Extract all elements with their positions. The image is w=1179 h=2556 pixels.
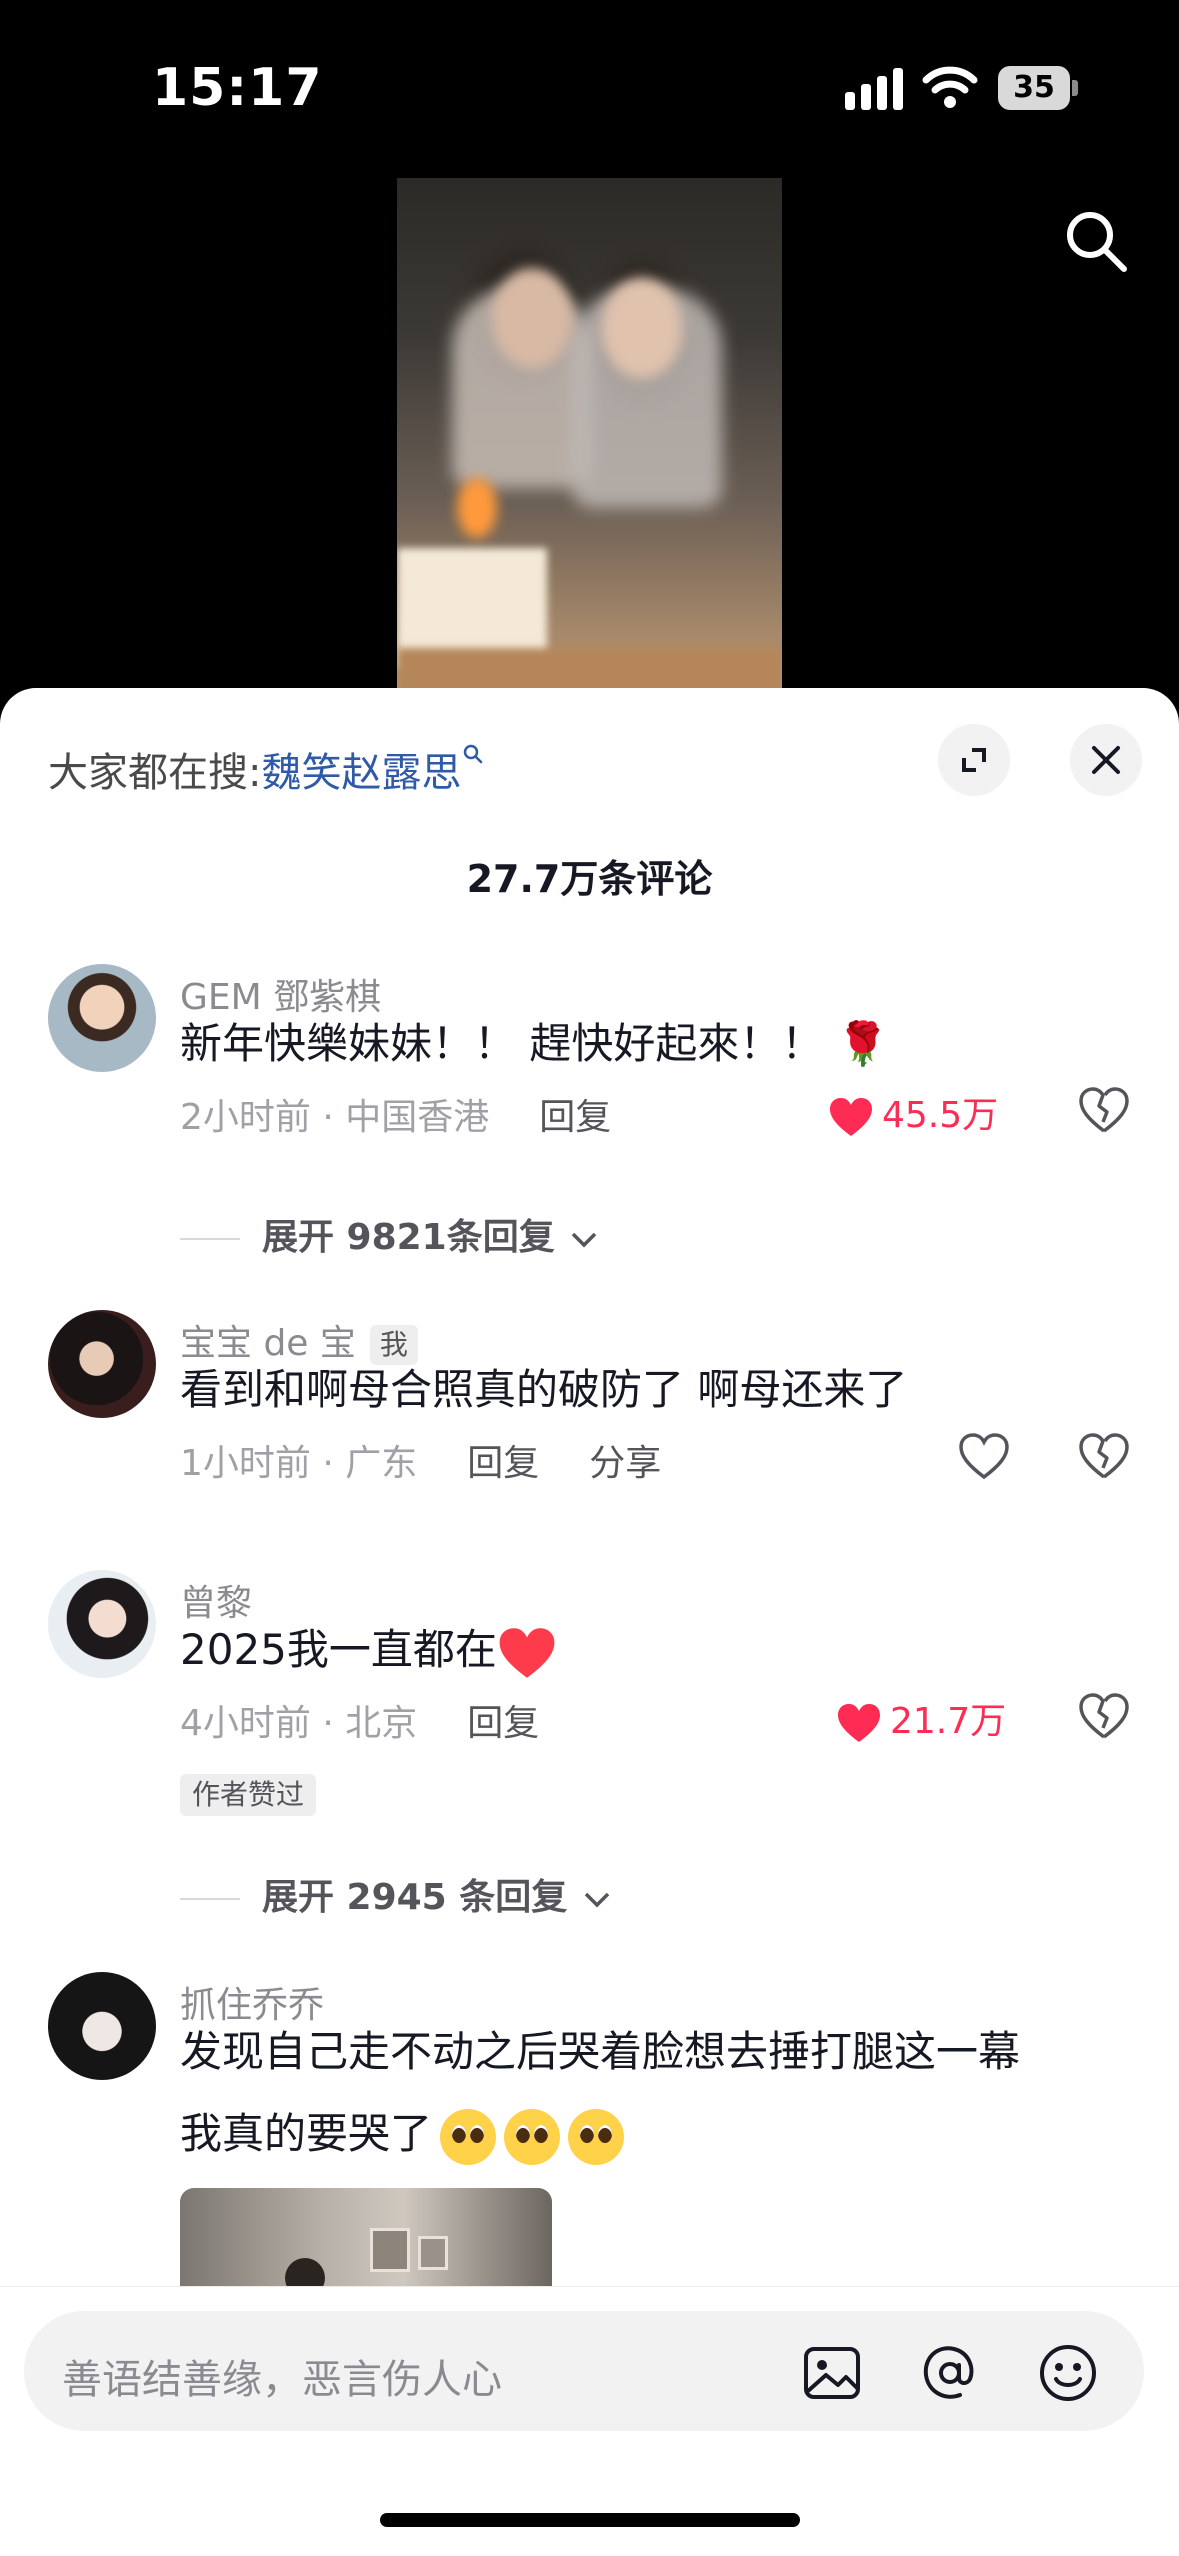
avatar[interactable] [48,1570,156,1678]
home-indicator[interactable] [380,2513,800,2527]
reply-button[interactable]: 回复 [467,1703,539,1744]
like-button[interactable]: 45.5万 [828,1086,998,1138]
at-icon[interactable] [918,2341,982,2405]
like-count: 21.7万 [890,1701,1007,1742]
comment-text[interactable]: 新年快樂妹妹！！ 趕快好起來！！ 🌹 [180,1004,889,1084]
reply-button[interactable]: 回复 [539,1097,611,1138]
image-icon[interactable] [800,2341,864,2405]
comment-sheet: 大家都在搜:魏笑赵露思 27.7万条评论 GEM 鄧紫棋 新年快樂妹妹！！ 趕快… [0,688,1179,2556]
status-bar: 15:17 35 [0,0,1179,170]
comment-time-location: 1小时前 · 广东 [180,1443,418,1484]
hot-search-prefix: 大家都在搜: [48,750,262,796]
emoji-icon[interactable] [1036,2341,1100,2405]
heart-icon [838,1704,880,1742]
comment-text-content: 我真的要哭了 [180,2109,433,2158]
comment-input-placeholder: 善语结善缘，恶言伤人心 [62,2357,502,2403]
expand-replies-label: 展开 2945 条回复 [262,1877,568,1918]
comment-text[interactable]: 看到和啊母合照真的破防了 啊母还来了 [180,1350,907,1430]
comment-text-content: 2025我一直都在 [180,1625,497,1674]
reply-button[interactable]: 回复 [467,1443,539,1484]
expand-icon [962,748,986,772]
search-icon[interactable] [1060,205,1132,277]
status-time: 15:17 [152,58,323,118]
like-button[interactable]: 21.7万 [836,1692,1006,1744]
comment-meta: 4小时前 · 北京 回复 [180,1694,539,1746]
expand-replies-button[interactable]: 展开 9821条回复 [180,1208,601,1260]
close-button[interactable] [1070,724,1142,796]
signal-icon [845,68,903,110]
comment-text-line-2[interactable]: 我真的要哭了 [180,2094,625,2174]
comment-count: 27.7万条评论 [466,857,713,901]
share-button[interactable]: 分享 [589,1443,661,1484]
expand-replies-button[interactable]: 展开 2945 条回复 [180,1868,614,1920]
comment-meta: 2小时前 · 中国香港 回复 [180,1088,611,1140]
author-liked-badge: 作者赞过 [180,1774,317,1816]
broken-heart-icon[interactable] [1078,1692,1130,1740]
wifi-icon [922,66,978,108]
expand-button[interactable] [938,724,1010,796]
comment-text[interactable]: 2025我一直都在 [180,1610,557,1690]
avatar[interactable] [48,1310,156,1418]
comment-time-location: 2小时前 · 中国香港 [180,1097,490,1138]
comment-input[interactable]: 善语结善缘，恶言伤人心 [24,2311,1144,2431]
comment-text-line-1[interactable]: 发现自己走不动之后哭着脸想去捶打腿这一幕 [180,2012,1020,2092]
battery-level: 35 [998,66,1070,110]
heart-emoji-icon [499,1627,555,1678]
divider-line [180,1238,240,1240]
hot-search[interactable]: 大家都在搜:魏笑赵露思 [48,740,485,798]
broken-heart-icon[interactable] [1078,1086,1130,1134]
chevron-down-icon [572,1232,597,1248]
divider-line [180,1898,240,1900]
battery-icon: 35 [998,66,1078,110]
heart-icon [830,1098,872,1136]
search-icon [464,744,483,764]
avatar[interactable] [48,1972,156,2080]
hot-search-keyword[interactable]: 魏笑赵露思 [261,750,461,796]
pleading-face-emoji [568,2108,625,2165]
avatar[interactable] [48,964,156,1072]
video-preview[interactable] [397,178,782,718]
comment-image[interactable] [180,2188,552,2288]
chevron-down-icon [584,1892,610,1908]
pleading-face-emoji [504,2108,561,2165]
expand-replies-label: 展开 9821条回复 [262,1217,555,1258]
broken-heart-icon[interactable] [1078,1432,1130,1480]
pleading-face-emoji [440,2108,497,2165]
comment-input-bar: 善语结善缘，恶言伤人心 [0,2286,1179,2556]
close-icon [1092,746,1120,774]
like-count: 45.5万 [882,1095,999,1136]
comment-meta: 1小时前 · 广东 回复 分享 [180,1434,661,1486]
heart-icon[interactable] [958,1432,1010,1480]
comment-time-location: 4小时前 · 北京 [180,1703,418,1744]
